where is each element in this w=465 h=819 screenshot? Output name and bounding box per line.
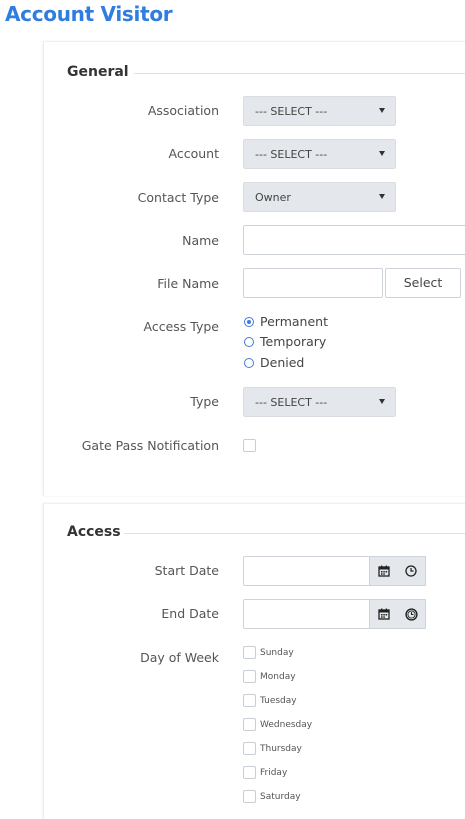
day-of-week-label: Day of Week: [140, 650, 219, 665]
day-label: Saturday: [260, 791, 301, 802]
contact-type-label: Contact Type: [137, 190, 219, 205]
end-date-time-button[interactable]: [397, 599, 426, 629]
radio-permanent[interactable]: Permanent: [244, 314, 328, 329]
association-select-value: --- SELECT ---: [255, 105, 328, 118]
day-option-friday[interactable]: Friday: [243, 766, 287, 779]
day-checkbox[interactable]: [243, 670, 256, 683]
radio-button[interactable]: [244, 336, 254, 347]
calendar-icon: [377, 565, 390, 577]
file-name-input[interactable]: [243, 268, 383, 298]
general-section-heading: General: [67, 64, 129, 80]
caret-down-icon: [379, 108, 385, 113]
page-title: Account Visitor: [5, 2, 173, 26]
radio-temporary-label: Temporary: [260, 334, 327, 349]
start-date-label: Start Date: [154, 563, 219, 578]
radio-temporary[interactable]: Temporary: [244, 334, 326, 349]
clock-icon: [404, 607, 418, 621]
association-select[interactable]: --- SELECT ---: [243, 96, 396, 126]
start-date-input[interactable]: [243, 556, 370, 586]
radio-denied[interactable]: Denied: [244, 355, 304, 370]
day-option-tuesday[interactable]: Tuesday: [243, 694, 297, 707]
day-checkbox[interactable]: [243, 718, 256, 731]
type-label: Type: [190, 394, 219, 409]
calendar-icon: [377, 608, 390, 620]
end-date-input[interactable]: [243, 599, 370, 629]
access-section-heading: Access: [67, 524, 121, 540]
day-label: Sunday: [260, 647, 294, 658]
type-select[interactable]: --- SELECT ---: [243, 387, 396, 417]
day-option-wednesday[interactable]: Wednesday: [243, 718, 312, 731]
end-date-label: End Date: [161, 606, 219, 621]
caret-down-icon: [379, 151, 385, 156]
file-name-label: File Name: [157, 276, 219, 291]
select-file-button[interactable]: Select: [385, 268, 461, 298]
day-label: Wednesday: [260, 719, 313, 730]
gate-pass-checkbox[interactable]: [243, 439, 256, 452]
day-option-sunday[interactable]: Sunday: [243, 646, 294, 659]
radio-denied-label: Denied: [260, 355, 305, 370]
start-date-calendar-button[interactable]: [369, 556, 398, 586]
radio-button-checked[interactable]: [244, 316, 254, 327]
day-checkbox[interactable]: [243, 790, 256, 803]
gate-pass-label: Gate Pass Notification: [81, 438, 219, 453]
day-option-monday[interactable]: Monday: [243, 670, 296, 683]
end-date-calendar-button[interactable]: [369, 599, 398, 629]
day-label: Monday: [260, 671, 296, 682]
name-input[interactable]: [243, 225, 465, 255]
start-date-time-button[interactable]: [397, 556, 426, 586]
account-label: Account: [168, 146, 219, 161]
section-divider: [124, 533, 465, 534]
account-select[interactable]: --- SELECT ---: [243, 139, 396, 169]
caret-down-icon: [379, 399, 385, 404]
clock-icon: [405, 565, 417, 577]
radio-button[interactable]: [244, 357, 254, 368]
day-checkbox[interactable]: [243, 766, 256, 779]
day-label: Thursday: [260, 743, 302, 754]
caret-down-icon: [379, 194, 385, 199]
day-option-thursday[interactable]: Thursday: [243, 742, 302, 755]
contact-type-select-value: Owner: [255, 191, 291, 204]
contact-type-select[interactable]: Owner: [243, 182, 396, 212]
day-checkbox[interactable]: [243, 694, 256, 707]
radio-permanent-label: Permanent: [260, 314, 328, 329]
access-type-label: Access Type: [143, 319, 219, 334]
day-checkbox[interactable]: [243, 742, 256, 755]
day-checkbox[interactable]: [243, 646, 256, 659]
account-select-value: --- SELECT ---: [255, 148, 328, 161]
association-label: Association: [147, 103, 219, 118]
day-option-saturday[interactable]: Saturday: [243, 790, 301, 803]
day-label: Friday: [260, 767, 288, 778]
name-label: Name: [182, 233, 219, 248]
section-divider: [134, 73, 465, 74]
type-select-value: --- SELECT ---: [255, 396, 328, 409]
day-label: Tuesday: [260, 695, 297, 706]
